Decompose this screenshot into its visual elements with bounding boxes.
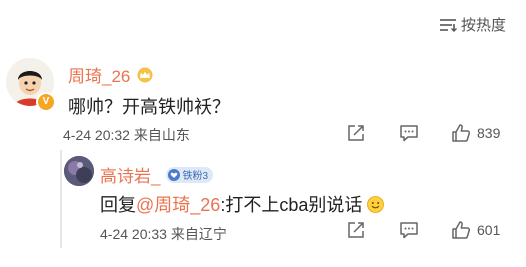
share-icon[interactable] — [346, 123, 366, 143]
reply-body: :打不上cba别说话 — [220, 195, 363, 215]
reply-divider — [60, 150, 62, 248]
reply-author[interactable]: 高诗岩_ 铁粉3 — [100, 162, 214, 187]
thumbs-up-icon[interactable] — [451, 220, 471, 240]
fan-badge-label: 铁粉3 — [182, 171, 209, 182]
reply-meta: 4-24 20:33 来自辽宁 — [100, 224, 227, 244]
fan-heart-icon — [168, 168, 181, 181]
reply-date: 4-24 20:33 — [100, 226, 167, 242]
sort-label: 按热度 — [460, 17, 506, 34]
reply-prefix: 回复 — [100, 195, 136, 215]
thumbs-up-icon[interactable] — [451, 123, 471, 143]
reply-location: 来自辽宁 — [170, 226, 227, 242]
like-count: 601 — [477, 222, 501, 238]
fan-badge: 铁粉3 — [166, 166, 214, 183]
comment-thread: 按热度 V 周琦_26 哪帅？开高铁帅袄？ 4-24 20:32 来自山东 83… — [0, 0, 526, 267]
comment-text: 哪帅？开高铁帅袄？ — [68, 97, 230, 117]
author-name[interactable]: 周琦_26 — [68, 62, 130, 87]
sort-by-hot-button[interactable]: 按热度 — [439, 14, 506, 35]
comment-meta: 4-24 20:32 来自山东 — [63, 125, 190, 145]
comment-author[interactable]: 周琦_26 — [68, 62, 154, 87]
reply-author-name[interactable]: 高诗岩_ — [100, 162, 160, 187]
sort-lines-icon — [439, 18, 457, 32]
crown-badge-icon — [136, 67, 154, 83]
comment-date: 4-24 20:32 — [63, 127, 130, 143]
reply-avatar[interactable] — [64, 156, 94, 186]
comment-icon[interactable] — [399, 220, 419, 240]
smile-emoji-icon — [367, 196, 385, 218]
verified-v-icon: V — [36, 92, 56, 112]
share-icon[interactable] — [346, 220, 366, 240]
comment-location: 来自山东 — [133, 127, 190, 143]
like-count: 839 — [477, 125, 501, 141]
mention-link[interactable]: @周琦_26 — [136, 195, 220, 215]
reply-actions: 601 — [346, 220, 500, 240]
reply-text: 回复@周琦_26:打不上cba别说话 — [100, 191, 385, 218]
comment-icon[interactable] — [399, 123, 419, 143]
comment-actions: 839 — [346, 123, 500, 143]
